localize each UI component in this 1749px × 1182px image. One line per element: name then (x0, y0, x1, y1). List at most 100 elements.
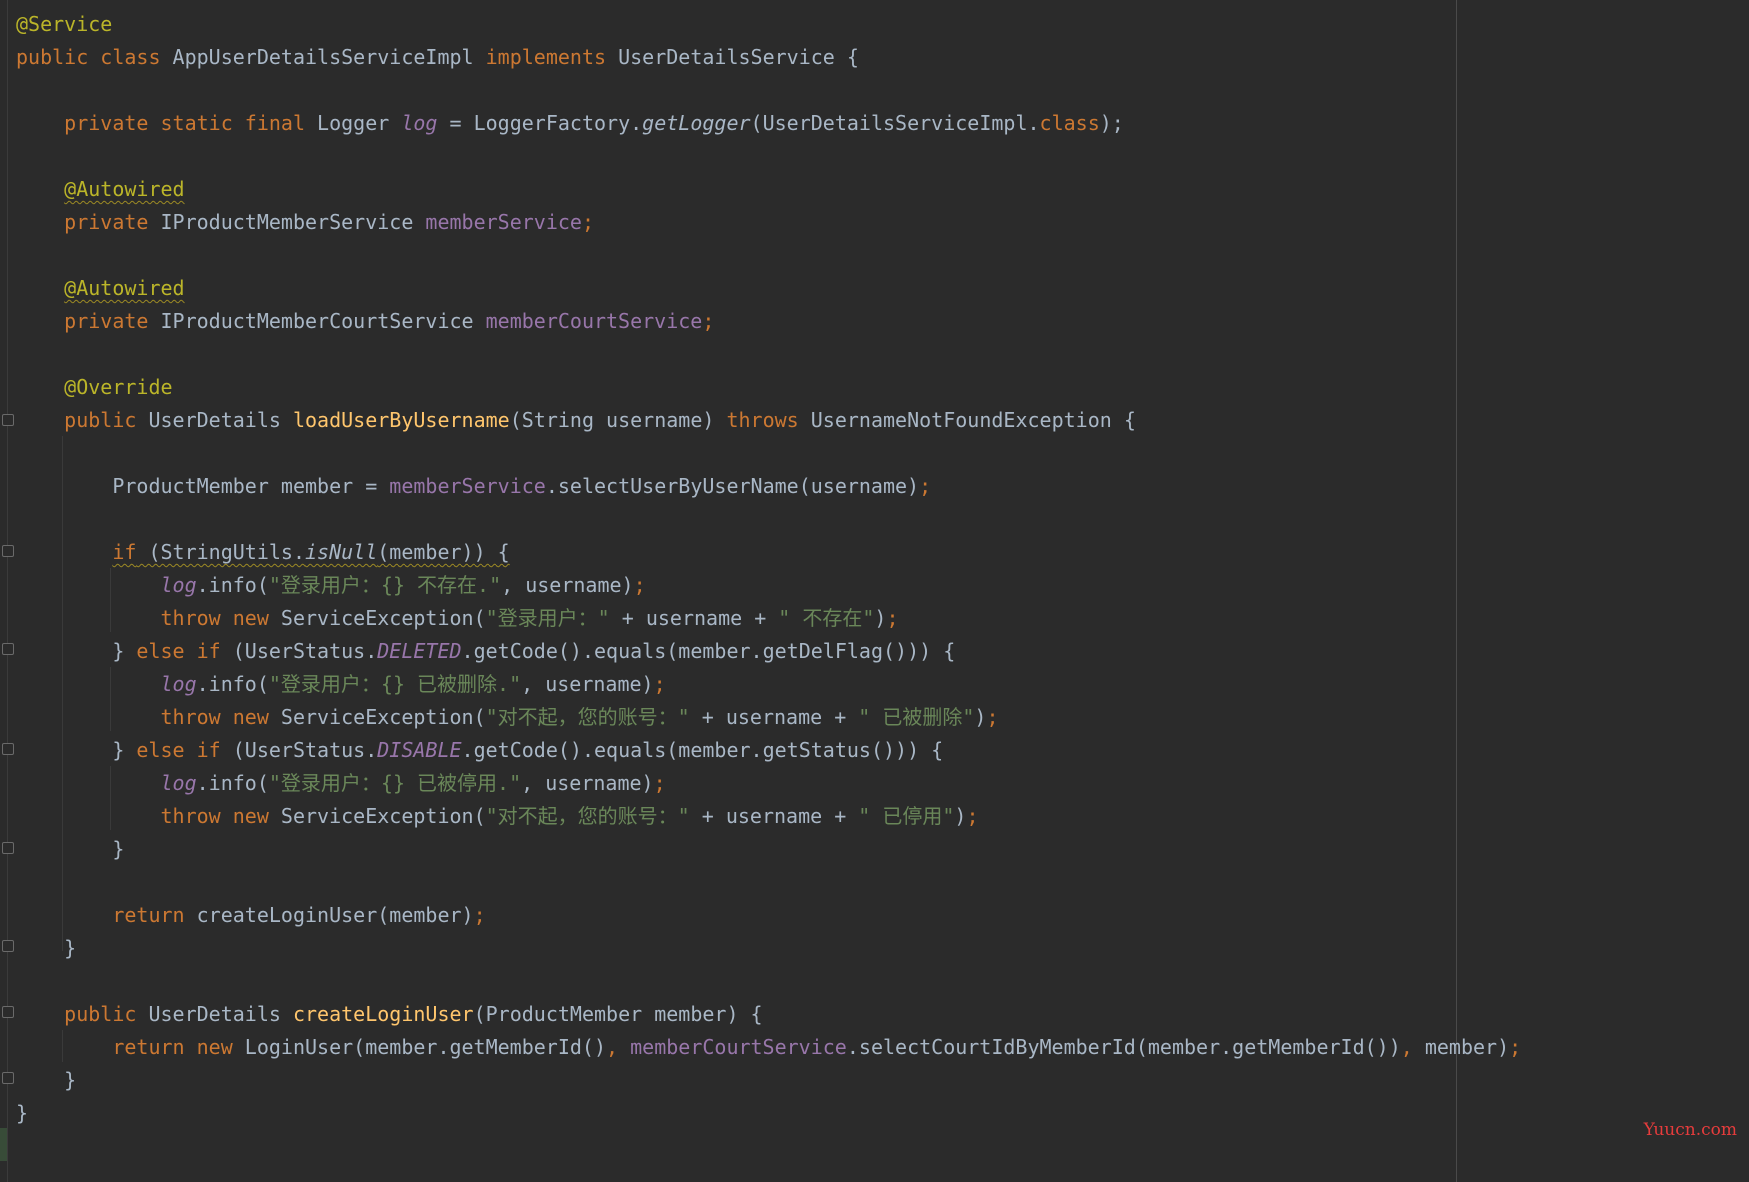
code-token: } (16, 738, 137, 762)
code-token: } (16, 936, 77, 960)
code-line[interactable]: private static final Logger log = Logger… (16, 107, 1716, 140)
code-line[interactable]: throw new ServiceException("登录用户：" + use… (16, 602, 1716, 635)
code-line[interactable]: ​ (16, 239, 1716, 272)
code-token: (UserStatus. (232, 738, 378, 762)
code-line[interactable]: ​ (16, 140, 1716, 173)
code-token: createLoginUser(member) (196, 903, 474, 927)
code-token: .getCode().equals(member.getDelFlag())) … (461, 639, 956, 663)
code-line[interactable]: } (16, 1064, 1716, 1097)
code-token: Logger (317, 111, 402, 135)
code-line[interactable]: } else if (UserStatus.DISABLE.getCode().… (16, 734, 1716, 767)
fold-icon[interactable] (2, 940, 14, 952)
code-line[interactable]: public UserDetails createLoginUser(Produ… (16, 998, 1716, 1031)
code-line[interactable]: ​ (16, 74, 1716, 107)
code-token: public class (16, 45, 173, 69)
code-line[interactable]: log.info("登录用户：{} 不存在.", username); (16, 569, 1716, 602)
fold-icon[interactable] (2, 545, 14, 557)
code-token: .selectUserByUserName(username) (545, 474, 920, 498)
code-line[interactable]: @Override (16, 371, 1716, 404)
code-token: AppUserDetailsServiceImpl (172, 45, 486, 69)
code-token: ProductMember member = (16, 474, 390, 498)
fold-icon[interactable] (2, 643, 14, 655)
code-line[interactable]: if (StringUtils.isNull(member)) { (16, 536, 1716, 569)
code-line[interactable]: throw new ServiceException("对不起，您的账号：" +… (16, 800, 1716, 833)
code-token: (ProductMember member) { (473, 1002, 763, 1026)
code-line[interactable]: return new LoginUser(member.getMemberId(… (16, 1031, 1716, 1064)
code-line[interactable]: return createLoginUser(member); (16, 899, 1716, 932)
code-token: } (16, 1101, 29, 1125)
code-line[interactable]: ​ (16, 866, 1716, 899)
code-editor[interactable]: @Service public class AppUserDetailsServi… (0, 0, 1749, 1182)
code-line[interactable]: @Autowired (16, 272, 1716, 305)
code-area[interactable]: @Service public class AppUserDetailsServi… (16, 8, 1716, 1130)
code-line[interactable]: ​ (16, 503, 1716, 536)
code-token: ) (954, 804, 967, 828)
code-token: UserDetails (148, 1002, 293, 1026)
code-token: ; (966, 804, 979, 828)
code-line[interactable]: private IProductMemberService memberServ… (16, 206, 1716, 239)
code-token: memberService (425, 210, 582, 234)
code-token: isNull (305, 540, 378, 564)
code-token: .info( (196, 573, 269, 597)
code-line[interactable]: ​ (16, 965, 1716, 998)
code-token: log (160, 672, 197, 696)
watermark: Yuucn.com (1643, 1120, 1737, 1140)
editor-gutter[interactable] (0, 0, 14, 1182)
code-line[interactable]: } (16, 833, 1716, 866)
code-line[interactable]: ProductMember member = memberService.sel… (16, 470, 1716, 503)
code-token: "对不起，您的账号：" (485, 705, 690, 729)
code-line[interactable]: public UserDetails loadUserByUsername(St… (16, 404, 1716, 437)
code-token: else if (136, 738, 233, 762)
code-token: @Service (16, 12, 113, 36)
code-token: ; (653, 771, 666, 795)
fold-icon[interactable] (2, 743, 14, 755)
code-line[interactable]: log.info("登录用户：{} 已被删除.", username); (16, 668, 1716, 701)
code-token: " 已停用" (858, 804, 955, 828)
code-line[interactable]: @Service (16, 8, 1716, 41)
code-line[interactable]: ​ (16, 338, 1716, 371)
code-token: createLoginUser (292, 1002, 474, 1026)
code-line[interactable]: } (16, 932, 1716, 965)
code-token: DELETED (377, 639, 462, 663)
code-token: (StringUtils. (136, 540, 305, 564)
code-token: ; (986, 705, 999, 729)
code-token: ; (702, 309, 715, 333)
code-token: LoginUser(member.getMemberId() (244, 1035, 607, 1059)
fold-icon[interactable] (2, 842, 14, 854)
code-token: public (64, 1002, 149, 1026)
code-line[interactable]: ​ (16, 437, 1716, 470)
code-line[interactable]: private IProductMemberCourtService membe… (16, 305, 1716, 338)
code-token: , (606, 1035, 631, 1059)
code-token: ServiceException( (280, 705, 486, 729)
code-token: memberService (389, 474, 546, 498)
code-token: " 不存在" (778, 606, 875, 630)
code-line[interactable]: public class AppUserDetailsServiceImpl i… (16, 41, 1716, 74)
code-line[interactable]: throw new ServiceException("对不起，您的账号：" +… (16, 701, 1716, 734)
code-token: return new (112, 1035, 245, 1059)
gutter-divider (7, 0, 8, 1182)
code-token: @Override (64, 375, 173, 399)
fold-icon[interactable] (2, 1072, 14, 1084)
code-token: UserDetails (148, 408, 293, 432)
code-token: throw new (160, 606, 281, 630)
code-token: ; (886, 606, 899, 630)
code-line[interactable]: @Autowired (16, 173, 1716, 206)
code-line[interactable]: log.info("登录用户：{} 已被停用.", username); (16, 767, 1716, 800)
fold-icon[interactable] (2, 1006, 14, 1018)
vcs-change-marker (0, 1128, 7, 1161)
code-token: "登录用户：{} 已被停用." (268, 771, 522, 795)
code-token: return (112, 903, 197, 927)
code-line[interactable]: } else if (UserStatus.DELETED.getCode().… (16, 635, 1716, 668)
code-token: + username + (689, 804, 859, 828)
code-line[interactable]: } (16, 1097, 1716, 1130)
fold-icon[interactable] (2, 414, 14, 426)
